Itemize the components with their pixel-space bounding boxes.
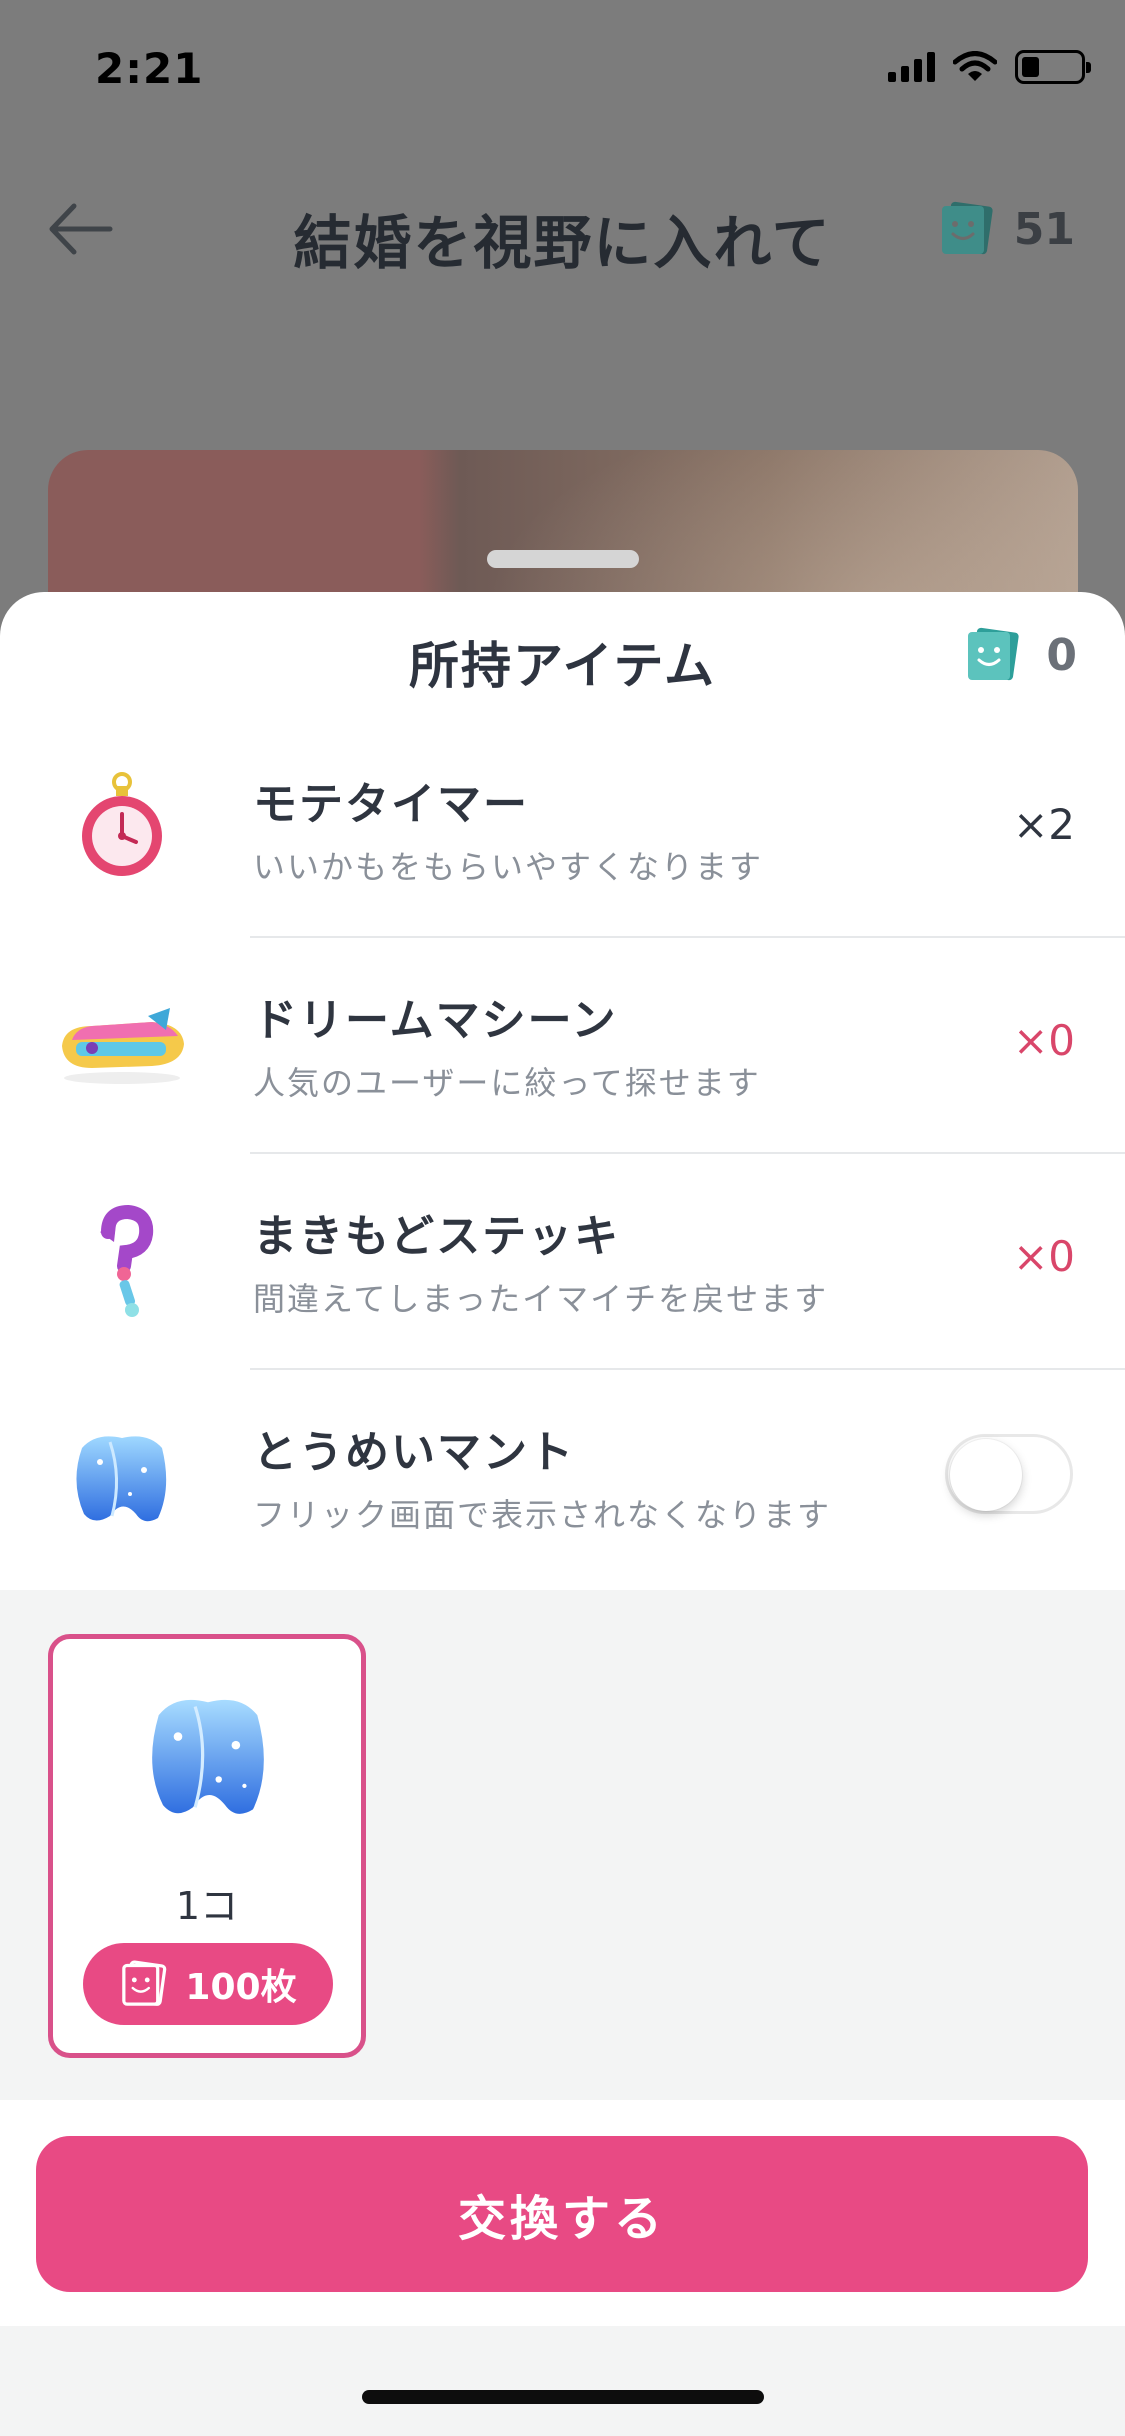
list-item-dream-machine[interactable]: ドリームマシーン 人気のユーザーに絞って探せます ×0 (0, 938, 1125, 1154)
list-item-mote-timer[interactable]: モテタイマー いいかもをもらいやすくなります ×2 (0, 722, 1125, 938)
ticket-count: 51 (1013, 203, 1075, 255)
ticket-icon (941, 201, 993, 255)
sheet-ticket-balance: 0 (962, 624, 1077, 686)
status-bar: 2:21 (0, 0, 1125, 130)
shop-item-quantity: 1コ (175, 1884, 239, 1928)
item-name: とうめいマント (253, 1427, 575, 1478)
item-count: ×0 (1013, 1232, 1075, 1281)
home-indicator-area (0, 2326, 1125, 2436)
status-icons (888, 50, 1091, 84)
invisible-cloak-toggle[interactable] (945, 1434, 1073, 1514)
status-time: 2:21 (95, 44, 204, 93)
item-description: 人気のユーザーに絞って探せます (253, 1064, 761, 1102)
exchange-area: 交換する (0, 2100, 1125, 2326)
sheet-ticket-count: 0 (1046, 629, 1077, 681)
ticket-balance: 51 (936, 198, 1075, 260)
toggle-knob (950, 1439, 1022, 1511)
invisible-cloak-icon (76, 1436, 167, 1522)
owned-items-sheet: 所持アイテム 0 モテタイマー いいかもをもらいやすくなります ×2 ドリームマ… (0, 592, 1125, 2436)
sheet-title: 所持アイテム (409, 637, 716, 695)
item-name: ドリームマシーン (253, 995, 618, 1046)
sheet-header: 所持アイテム 0 (0, 592, 1125, 722)
invisible-cloak-icon (152, 1699, 264, 1814)
item-description: フリック画面で表示されなくなります (253, 1496, 832, 1534)
list-item-invisible-cloak[interactable]: とうめいマント フリック画面で表示されなくなります (0, 1370, 1125, 1586)
price-text: 100枚 (185, 1967, 297, 2008)
item-name: モテタイマー (253, 779, 529, 830)
item-count: ×2 (1013, 800, 1075, 849)
price-badge: 100枚 (83, 1943, 333, 2025)
ticket-icon (968, 627, 1019, 681)
item-description: 間違えてしまったイマイチを戻せます (253, 1280, 829, 1318)
ticket-icon (122, 1960, 167, 2006)
battery-icon (1015, 50, 1091, 84)
list-item-rewind-stick[interactable]: まきもどステッキ 間違えてしまったイマイチを戻せます ×0 (0, 1154, 1125, 1370)
item-name: まきもどステッキ (253, 1211, 621, 1262)
shop-item-card[interactable]: 1コ 100枚 (48, 1634, 366, 2058)
home-indicator[interactable] (362, 2390, 764, 2404)
wifi-icon (953, 51, 997, 81)
dream-machine-icon (62, 1008, 184, 1084)
timer-icon (82, 772, 162, 876)
sheet-drag-handle[interactable] (487, 550, 639, 568)
item-count: ×0 (1013, 1016, 1075, 1065)
rewind-stick-icon (100, 1204, 154, 1317)
top-nav: 結婚を視野に入れて 51 (0, 170, 1125, 290)
exchange-button-label: 交換する (457, 2191, 666, 2247)
item-shop-area: 1コ 100枚 (0, 1590, 1125, 2100)
item-description: いいかもをもらいやすくなります (253, 848, 764, 886)
cellular-signal-icon (888, 52, 935, 82)
exchange-button[interactable]: 交換する (36, 2136, 1088, 2292)
